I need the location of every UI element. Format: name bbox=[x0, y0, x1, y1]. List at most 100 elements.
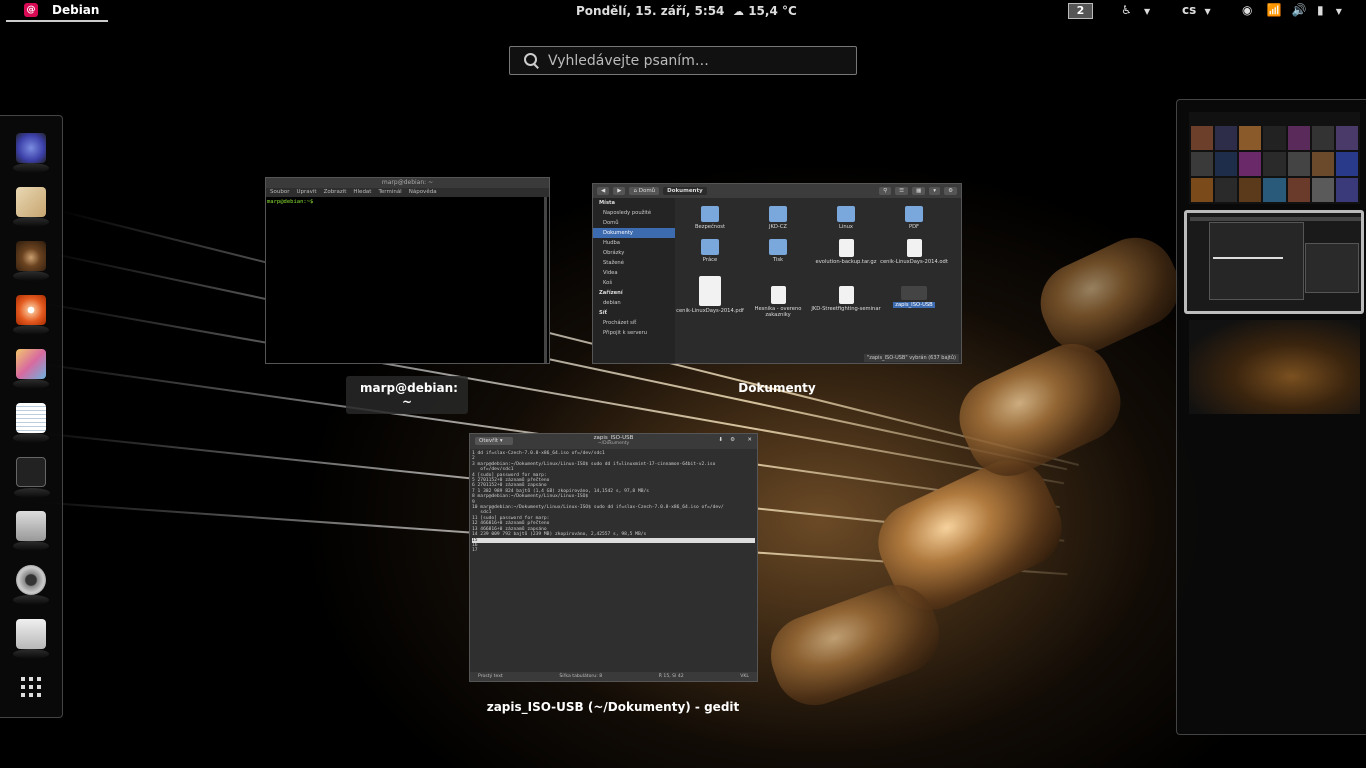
chevron-down-icon[interactable]: ▾ bbox=[929, 187, 941, 195]
file-item[interactable]: JKD-Streetfighting-seminar bbox=[811, 286, 881, 312]
menu-terminal[interactable]: Terminál bbox=[378, 188, 401, 197]
gedit-subtitle: ~/Dokumenty bbox=[597, 441, 630, 446]
sidebar-item-music[interactable]: Hudba bbox=[593, 238, 675, 248]
search-box[interactable] bbox=[509, 46, 857, 75]
grid-view-icon[interactable]: ▦ bbox=[912, 187, 926, 195]
top-bar: @ Debian Pondělí, 15. září, 5:54 ☁ 15,4 … bbox=[0, 0, 1366, 22]
terminal-menubar: Soubor Upravit Zobrazit Hledat Terminál … bbox=[266, 188, 549, 197]
back-arrow-icon[interactable]: ◀ bbox=[597, 187, 610, 195]
activities-button[interactable]: @ Debian bbox=[6, 0, 108, 22]
file-label: Práce bbox=[702, 257, 718, 263]
sidebar-item-recent[interactable]: Naposledy použité bbox=[593, 208, 675, 218]
file-item[interactable]: Práce bbox=[675, 239, 745, 263]
language-label: cs bbox=[1182, 3, 1197, 17]
show-applications-icon[interactable] bbox=[21, 677, 41, 697]
file-item[interactable]: PDF bbox=[879, 206, 949, 230]
weather-temp: 15,4 °C bbox=[748, 4, 797, 18]
folder-icon bbox=[769, 206, 787, 222]
workspace-thumbnail-2[interactable] bbox=[1184, 210, 1364, 314]
file-item[interactable]: Hesnika - overeno zakazniky bbox=[743, 286, 813, 318]
terminal-caption[interactable]: marp@debian: ~ bbox=[346, 376, 468, 414]
text-editor-icon[interactable] bbox=[13, 403, 49, 443]
path-current[interactable]: Dokumenty bbox=[663, 187, 707, 195]
terminal-titlebar: marp@debian: ~ bbox=[266, 178, 549, 188]
terminal-scrollbar[interactable] bbox=[544, 197, 547, 363]
document-icon bbox=[770, 286, 786, 304]
document-icon bbox=[838, 286, 854, 304]
workspace-indicator[interactable]: 2 bbox=[1068, 3, 1093, 19]
code-line: 8 marp@debian:~/Dokumenty/Linux/Linux-IS… bbox=[472, 494, 589, 500]
workspace-thumbnail-3[interactable] bbox=[1189, 320, 1360, 414]
files-icon[interactable] bbox=[13, 619, 49, 659]
sidebar-item-trash[interactable]: Koš bbox=[593, 278, 675, 288]
gear-icon[interactable]: ⚙ bbox=[944, 187, 957, 195]
gedit-statusbar: Prostý text Šířka tabulátoru: 8 Ř 15, Sl… bbox=[470, 672, 757, 681]
file-item[interactable]: Bezpečnost bbox=[675, 206, 745, 230]
gedit-headerbar: Otevřít ▾ zapis_ISO-USB ~/Dokumenty ⬇ ⚙ … bbox=[470, 434, 757, 449]
sidebar-heading-places: Místa bbox=[599, 200, 616, 206]
files-caption[interactable]: Dokumenty bbox=[727, 381, 827, 395]
menu-upravit[interactable]: Upravit bbox=[296, 188, 316, 197]
terminal-icon[interactable] bbox=[14, 457, 50, 498]
workspace-thumbnail-1[interactable] bbox=[1189, 112, 1360, 204]
file-item[interactable]: Linux bbox=[811, 206, 881, 230]
file-label: JKD-Streetfighting-seminar bbox=[811, 306, 881, 312]
search-icon[interactable]: ⚲ bbox=[879, 187, 892, 195]
editor-text[interactable]: 1 dd if=slax-Czech-7.0.8-x86_64.iso of=/… bbox=[470, 449, 757, 556]
gedit-window[interactable]: Otevřít ▾ zapis_ISO-USB ~/Dokumenty ⬇ ⚙ … bbox=[469, 433, 758, 682]
sidebar-item-pictures[interactable]: Obrázky bbox=[593, 248, 675, 258]
list-view-icon[interactable]: ☰ bbox=[895, 187, 909, 195]
mixer-icon[interactable] bbox=[13, 511, 49, 551]
sidebar-item-downloads[interactable]: Stažené bbox=[593, 258, 675, 268]
sidebar-item-debian[interactable]: debian bbox=[593, 298, 675, 308]
files-window[interactable]: ◀ ▶ ⌂ Domů Dokumenty ⚲ ☰ ▦ ▾ ⚙ Místa Nap… bbox=[592, 183, 962, 364]
tab-width-selector[interactable]: Šířka tabulátoru: 8 bbox=[559, 674, 602, 679]
sidebar-item-connect-server[interactable]: Připojit k serveru bbox=[593, 328, 675, 338]
sidebar-item-videos[interactable]: Videa bbox=[593, 268, 675, 278]
path-home[interactable]: ⌂ Domů bbox=[629, 187, 660, 195]
folder-icon bbox=[837, 206, 855, 222]
weather-indicator[interactable]: ☁ 15,4 °C bbox=[733, 4, 797, 18]
file-label: Linux bbox=[839, 224, 853, 230]
text-file-icon bbox=[901, 286, 927, 300]
sidebar-item-browse-network[interactable]: Procházet síť bbox=[593, 318, 675, 328]
activities-label: Debian bbox=[52, 3, 100, 17]
search-input[interactable] bbox=[548, 52, 838, 69]
code-line: 9 bbox=[472, 499, 475, 505]
file-item[interactable]: evolution-backup.tar.gz bbox=[811, 239, 881, 265]
status-menu[interactable]: ◉ 📶 🔊 ▮ ▼ bbox=[1242, 3, 1342, 17]
disc-icon[interactable] bbox=[13, 295, 49, 335]
file-label: cenik-LinuxDays-2014.pdf bbox=[676, 308, 744, 314]
mail-icon[interactable] bbox=[13, 187, 49, 227]
camera-icon[interactable] bbox=[13, 565, 49, 605]
menu-soubor[interactable]: Soubor bbox=[270, 188, 289, 197]
clock[interactable]: Pondělí, 15. září, 5:54 bbox=[576, 4, 724, 18]
code-line: 12 466816+0 záznamů přečteno bbox=[472, 521, 550, 527]
gedit-caption[interactable]: zapis_ISO-USB (~/Dokumenty) - gedit bbox=[480, 700, 746, 714]
forward-arrow-icon[interactable]: ▶ bbox=[613, 187, 626, 195]
sidebar-item-documents[interactable]: Dokumenty bbox=[593, 228, 675, 238]
chevron-down-icon: ▼ bbox=[1204, 7, 1211, 16]
file-item[interactable]: cenik-LinuxDays-2014.odt bbox=[879, 239, 949, 265]
paint-icon[interactable] bbox=[13, 349, 49, 389]
folder-icon bbox=[905, 206, 923, 222]
menu-hledat[interactable]: Hledat bbox=[353, 188, 371, 197]
terminal-window[interactable]: marp@debian: ~ Soubor Upravit Zobrazit H… bbox=[265, 177, 550, 364]
gear-icon[interactable]: ⚙ bbox=[730, 437, 735, 443]
pdf-icon bbox=[699, 276, 721, 306]
menu-napoveda[interactable]: Nápověda bbox=[409, 188, 437, 197]
file-item[interactable]: JKD-CZ bbox=[743, 206, 813, 230]
file-item[interactable]: cenik-LinuxDays-2014.pdf bbox=[675, 276, 745, 314]
save-icon[interactable]: ⬇ bbox=[718, 437, 723, 443]
file-item[interactable]: Tisk bbox=[743, 239, 813, 263]
menu-zobrazit[interactable]: Zobrazit bbox=[324, 188, 347, 197]
audio-player-icon[interactable] bbox=[13, 241, 49, 281]
insert-mode: VKL bbox=[740, 674, 749, 679]
sidebar-item-home[interactable]: Domů bbox=[593, 218, 675, 228]
language-selector[interactable]: Prostý text bbox=[478, 674, 503, 679]
language-menu[interactable]: cs ▼ bbox=[1182, 3, 1211, 17]
browser-icon[interactable] bbox=[13, 133, 49, 173]
close-icon[interactable]: ✕ bbox=[747, 437, 752, 443]
accessibility-menu[interactable]: ♿ ▼ bbox=[1121, 3, 1150, 17]
file-item-selected[interactable]: zapis_ISO-USB bbox=[879, 286, 949, 308]
